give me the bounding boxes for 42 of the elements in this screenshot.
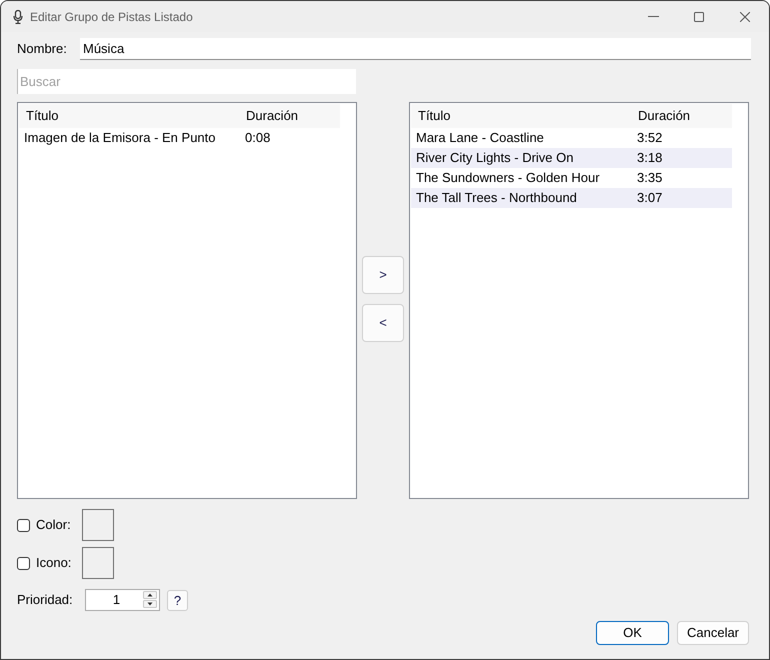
option-label: Color: [36, 516, 72, 534]
checkbox[interactable] [17, 518, 30, 532]
track-list[interactable]: Título Duración Mara Lane - Coastline 3:52 River City Lights - Drive On 3:18 The Sundowners - Golden Hour 3:35 The Tall Trees - Northbound 3:07 [409, 102, 749, 499]
search-field[interactable]: Buscar [17, 69, 356, 94]
help-button[interactable]: ? [167, 590, 188, 610]
transfer-button[interactable]: < [362, 304, 404, 342]
list-row[interactable]: The Tall Trees - Northbound 3:07 [411, 188, 732, 208]
priority-spinner-field[interactable]: 1 [85, 589, 160, 611]
maximize-icon[interactable] [694, 12, 704, 22]
name-label: Nombre: [17, 40, 68, 58]
transfer-button[interactable]: > [362, 256, 404, 294]
option-label: Icono: [36, 554, 72, 572]
track-title-cell-text: River City Lights - Drive On [415, 149, 574, 168]
close-icon[interactable] [740, 12, 750, 22]
duration-cell-text: 3:18 [636, 149, 664, 168]
microphone-icon [13, 10, 23, 24]
track-list[interactable]: Título Duración Imagen de la Emisora - En Punto 0:08 [17, 102, 357, 499]
color-swatch[interactable] [82, 509, 114, 541]
track-title-cell-text: The Tall Trees - Northbound [415, 189, 578, 208]
dialog-button[interactable]: Cancelar [677, 621, 749, 645]
column-header[interactable]: Título [411, 106, 633, 126]
column-header[interactable]: Título [19, 106, 241, 126]
priority-label: Prioridad: [17, 591, 74, 610]
duration-cell-text: 0:08 [244, 129, 272, 148]
priority-value: 1 [112, 591, 122, 610]
icon-preview[interactable] [82, 547, 114, 579]
list-row[interactable]: River City Lights - Drive On 3:18 [411, 148, 732, 168]
duration-cell-text: 3:07 [636, 189, 664, 208]
column-header[interactable]: Duración [241, 106, 340, 126]
spin-down-icon[interactable] [143, 600, 157, 608]
window-title: Editar Grupo de Pistas Listado [30, 8, 193, 26]
spin-up-icon[interactable] [143, 591, 157, 599]
column-header[interactable]: Duración [633, 106, 732, 126]
track-title-cell-text: The Sundowners - Golden Hour [415, 169, 601, 188]
duration-cell-text: 3:52 [636, 129, 664, 148]
dialog-button[interactable]: OK [596, 621, 669, 645]
duration-cell-text: 3:35 [636, 169, 664, 188]
track-title-cell-text: Mara Lane - Coastline [415, 129, 545, 148]
minimize-icon[interactable] [648, 16, 658, 17]
track-title-cell-text: Imagen de la Emisora - En Punto [23, 129, 216, 148]
checkbox[interactable] [17, 556, 30, 570]
name-input-field[interactable]: Música [80, 38, 751, 60]
